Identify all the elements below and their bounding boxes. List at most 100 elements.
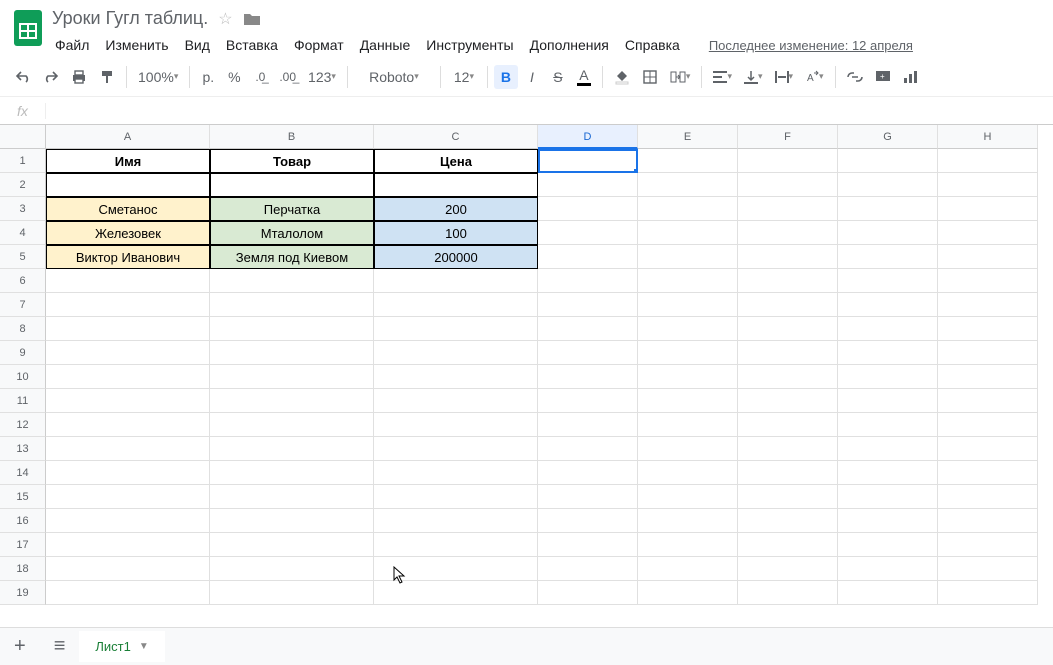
font-size-dropdown[interactable]: 12 <box>447 65 481 89</box>
cell-E10[interactable] <box>638 365 738 389</box>
cell-H9[interactable] <box>938 341 1038 365</box>
cell-G17[interactable] <box>838 533 938 557</box>
cell-B10[interactable] <box>210 365 374 389</box>
cell-C13[interactable] <box>374 437 538 461</box>
cell-B17[interactable] <box>210 533 374 557</box>
cell-C11[interactable] <box>374 389 538 413</box>
redo-button[interactable] <box>38 65 64 89</box>
cell-A18[interactable] <box>46 557 210 581</box>
cell-F5[interactable] <box>738 245 838 269</box>
cell-B1[interactable]: Товар <box>210 149 374 173</box>
cell-A3[interactable]: Сметанос <box>46 197 210 221</box>
cell-A5[interactable]: Виктор Иванович <box>46 245 210 269</box>
cell-G5[interactable] <box>838 245 938 269</box>
menu-addons[interactable]: Дополнения <box>523 33 616 57</box>
cell-F1[interactable] <box>738 149 838 173</box>
cell-A13[interactable] <box>46 437 210 461</box>
row-header-9[interactable]: 9 <box>0 341 46 365</box>
cell-H5[interactable] <box>938 245 1038 269</box>
cell-G16[interactable] <box>838 509 938 533</box>
cell-C16[interactable] <box>374 509 538 533</box>
italic-button[interactable]: I <box>520 65 544 89</box>
cell-E2[interactable] <box>638 173 738 197</box>
cell-G6[interactable] <box>838 269 938 293</box>
spreadsheet-grid[interactable]: ABCDEFGH1ИмяТоварЦена23СметаносПерчатка2… <box>0 125 1053 605</box>
cell-C10[interactable] <box>374 365 538 389</box>
zoom-dropdown[interactable]: 100% <box>133 65 183 89</box>
increase-decimal-button[interactable]: .00̲ <box>274 66 301 88</box>
sheets-app-icon[interactable] <box>8 8 48 48</box>
cell-D10[interactable] <box>538 365 638 389</box>
row-header-2[interactable]: 2 <box>0 173 46 197</box>
menu-tools[interactable]: Инструменты <box>419 33 520 57</box>
cell-B11[interactable] <box>210 389 374 413</box>
cell-E5[interactable] <box>638 245 738 269</box>
cell-H18[interactable] <box>938 557 1038 581</box>
cell-A10[interactable] <box>46 365 210 389</box>
row-header-7[interactable]: 7 <box>0 293 46 317</box>
cell-E12[interactable] <box>638 413 738 437</box>
cell-G12[interactable] <box>838 413 938 437</box>
cell-A4[interactable]: Железовек <box>46 221 210 245</box>
cell-H2[interactable] <box>938 173 1038 197</box>
cell-H3[interactable] <box>938 197 1038 221</box>
cell-E9[interactable] <box>638 341 738 365</box>
cell-F3[interactable] <box>738 197 838 221</box>
cell-E14[interactable] <box>638 461 738 485</box>
insert-chart-button[interactable] <box>898 66 922 88</box>
decrease-decimal-button[interactable]: .0̲ <box>248 66 272 88</box>
row-header-6[interactable]: 6 <box>0 269 46 293</box>
cell-B5[interactable]: Земля под Киевом <box>210 245 374 269</box>
cell-B18[interactable] <box>210 557 374 581</box>
cell-D14[interactable] <box>538 461 638 485</box>
col-header-E[interactable]: E <box>638 125 738 149</box>
cell-C8[interactable] <box>374 317 538 341</box>
row-header-4[interactable]: 4 <box>0 221 46 245</box>
cell-B7[interactable] <box>210 293 374 317</box>
last-edit-link[interactable]: Последнее изменение: 12 апреля <box>709 38 913 53</box>
cell-G7[interactable] <box>838 293 938 317</box>
cell-C1[interactable]: Цена <box>374 149 538 173</box>
cell-B15[interactable] <box>210 485 374 509</box>
menu-view[interactable]: Вид <box>178 33 217 57</box>
cell-F8[interactable] <box>738 317 838 341</box>
print-button[interactable] <box>66 65 92 89</box>
text-wrap-button[interactable] <box>770 66 799 88</box>
cell-G1[interactable] <box>838 149 938 173</box>
cell-H14[interactable] <box>938 461 1038 485</box>
add-sheet-button[interactable]: + <box>0 635 40 658</box>
horizontal-align-button[interactable] <box>708 67 737 87</box>
document-title[interactable]: Уроки Гугл таблиц. <box>52 8 208 29</box>
row-header-11[interactable]: 11 <box>0 389 46 413</box>
cell-E19[interactable] <box>638 581 738 605</box>
bold-button[interactable]: B <box>494 65 518 89</box>
cell-D13[interactable] <box>538 437 638 461</box>
formula-input[interactable] <box>46 103 1053 118</box>
cell-E1[interactable] <box>638 149 738 173</box>
cell-C4[interactable]: 100 <box>374 221 538 245</box>
cell-D9[interactable] <box>538 341 638 365</box>
col-header-D[interactable]: D <box>538 125 638 149</box>
cell-F9[interactable] <box>738 341 838 365</box>
cell-H7[interactable] <box>938 293 1038 317</box>
cell-E4[interactable] <box>638 221 738 245</box>
star-icon[interactable]: ☆ <box>218 9 232 29</box>
cell-D12[interactable] <box>538 413 638 437</box>
percent-button[interactable]: % <box>222 65 246 89</box>
cell-E6[interactable] <box>638 269 738 293</box>
cell-D3[interactable] <box>538 197 638 221</box>
cell-F16[interactable] <box>738 509 838 533</box>
cell-E11[interactable] <box>638 389 738 413</box>
cell-G19[interactable] <box>838 581 938 605</box>
cell-H16[interactable] <box>938 509 1038 533</box>
cell-F14[interactable] <box>738 461 838 485</box>
cell-G8[interactable] <box>838 317 938 341</box>
menu-help[interactable]: Справка <box>618 33 687 57</box>
menu-format[interactable]: Формат <box>287 33 351 57</box>
menu-data[interactable]: Данные <box>353 33 418 57</box>
undo-button[interactable] <box>10 65 36 89</box>
cell-D15[interactable] <box>538 485 638 509</box>
cell-E15[interactable] <box>638 485 738 509</box>
cell-E16[interactable] <box>638 509 738 533</box>
row-header-17[interactable]: 17 <box>0 533 46 557</box>
